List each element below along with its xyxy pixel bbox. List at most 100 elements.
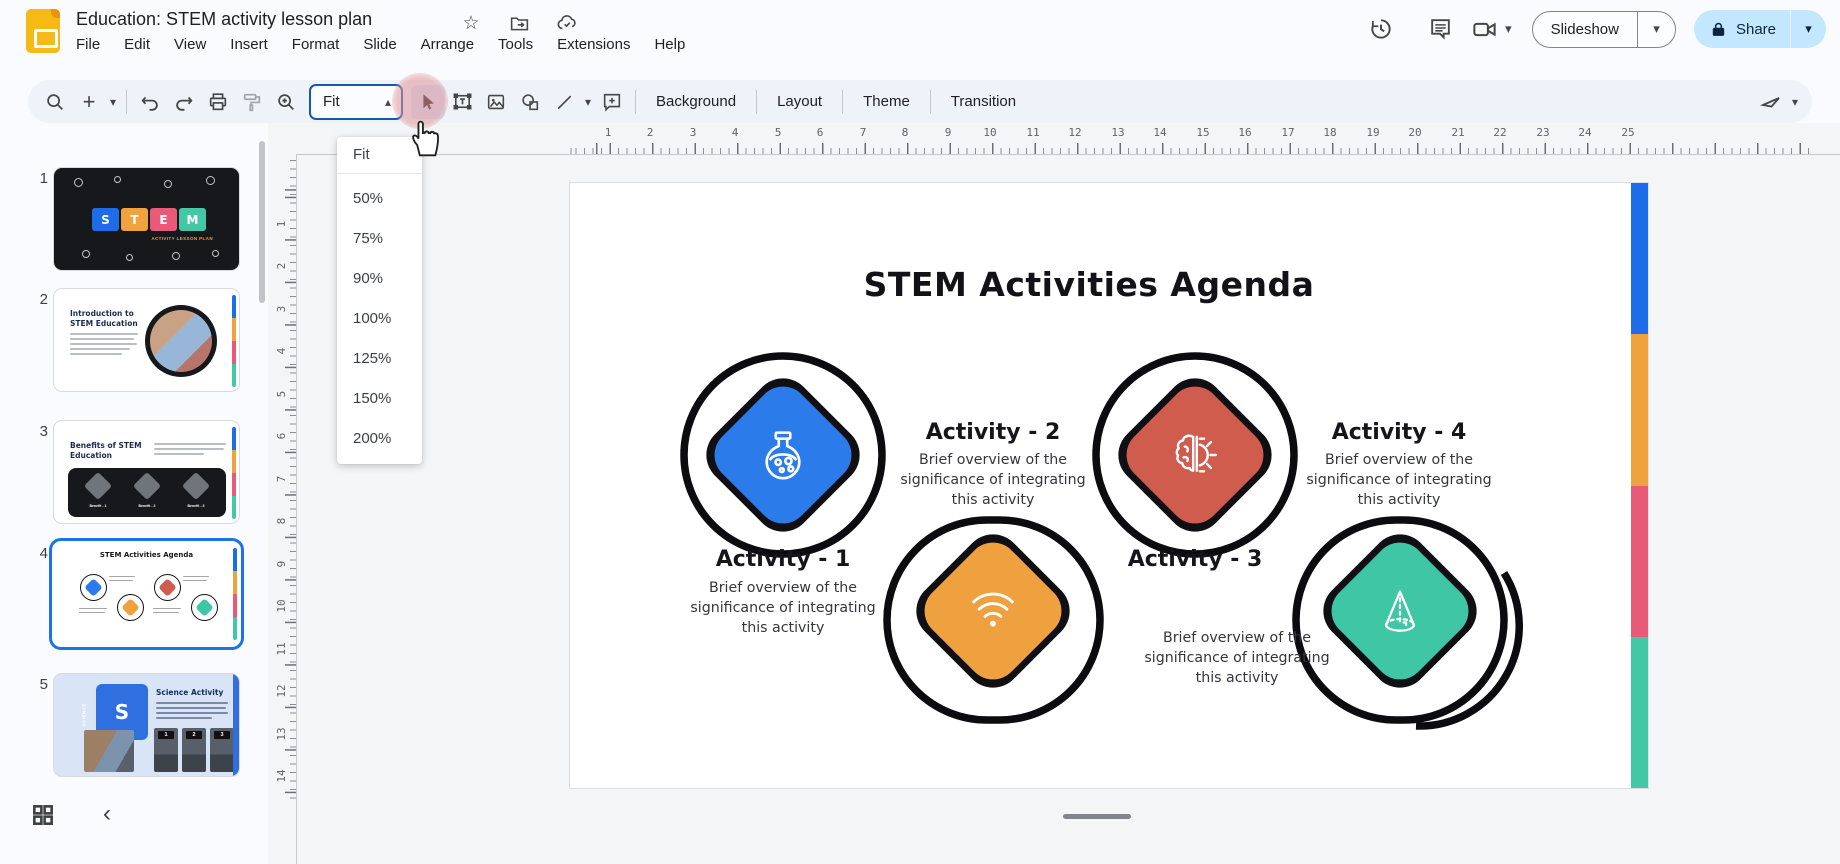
zoom-icon[interactable] — [269, 85, 303, 119]
doodle — [206, 176, 215, 185]
slide-thumbnail-3[interactable]: Benefits of STEM Education Benefit - 1 B… — [53, 420, 240, 524]
background-button[interactable]: Background — [642, 93, 750, 110]
redo-icon[interactable] — [167, 85, 201, 119]
slide-editor[interactable]: STEM Activities Agenda — [569, 182, 1649, 789]
activity-1-diamond[interactable] — [727, 399, 839, 511]
cloud-status-icon[interactable] — [556, 12, 578, 34]
slide-thumbnail-1[interactable]: S T E M ACTIVITY LESSON PLAN — [53, 167, 240, 271]
share-options-caret[interactable]: ▾ — [1790, 10, 1826, 48]
move-folder-icon[interactable] — [508, 12, 530, 34]
search-menus-icon[interactable] — [38, 85, 72, 119]
text-line — [153, 612, 179, 613]
slide-thumbnail-2[interactable]: Introduction to STEM Education — [53, 288, 240, 392]
menu-edit[interactable]: Edit — [112, 33, 162, 56]
slideshow-options-caret[interactable]: ▾ — [1637, 12, 1675, 47]
benefit-label: Benefit - 1 — [78, 504, 118, 508]
text-line — [109, 576, 135, 577]
activity-2-diamond[interactable] — [937, 555, 1049, 667]
meet-caret-icon[interactable]: ▾ — [1505, 21, 1512, 37]
activity-4-label[interactable]: Activity - 4 — [1289, 420, 1509, 445]
zoom-option-100[interactable]: 100% — [337, 298, 422, 338]
horizontal-scrollbar[interactable] — [1063, 814, 1131, 819]
insert-image-icon[interactable] — [479, 85, 513, 119]
zoom-option-150[interactable]: 150% — [337, 378, 422, 418]
share-button[interactable]: Share ▾ — [1694, 10, 1826, 48]
zoom-option-125[interactable]: 125% — [337, 338, 422, 378]
new-slide-caret-icon[interactable]: ▾ — [106, 95, 120, 109]
zoom-option-200[interactable]: 200% — [337, 418, 422, 458]
text-line — [183, 576, 209, 577]
star-icon[interactable]: ☆ — [460, 12, 482, 34]
text-line — [156, 707, 226, 709]
activity-2-description[interactable]: Brief overview of the significance of in… — [886, 451, 1100, 511]
theme-button[interactable]: Theme — [849, 93, 924, 110]
transition-button[interactable]: Transition — [937, 93, 1030, 110]
activity-4-diamond[interactable] — [1344, 555, 1456, 667]
menu-view[interactable]: View — [162, 33, 218, 56]
slideshow-button[interactable]: Slideshow ▾ — [1532, 11, 1676, 48]
activity-3-description[interactable]: Brief overview of the significance of in… — [1130, 629, 1344, 689]
insert-comment-icon[interactable] — [595, 85, 629, 119]
thumb2-photo — [145, 305, 217, 377]
zoom-level-select[interactable]: Fit ▴ — [309, 84, 403, 120]
new-slide-icon[interactable]: + — [72, 85, 106, 119]
line-caret-icon[interactable]: ▾ — [581, 95, 595, 109]
thumb5-title: Science Activity — [156, 688, 236, 698]
zoom-select-caret-icon: ▴ — [385, 95, 391, 109]
menu-slide[interactable]: Slide — [351, 33, 408, 56]
paint-format-icon[interactable] — [235, 85, 269, 119]
doodle — [164, 180, 172, 188]
slide-number-4: 4 — [30, 545, 48, 562]
layout-button[interactable]: Layout — [763, 93, 836, 110]
slide-thumbnail-4-selected[interactable]: STEM Activities Agenda — [49, 538, 244, 650]
menu-file[interactable]: File — [64, 33, 112, 56]
zoom-option-fit[interactable]: Fit — [337, 137, 422, 171]
insert-shape-icon[interactable] — [513, 85, 547, 119]
version-history-icon[interactable] — [1368, 16, 1394, 42]
vertical-ruler-major-ticks — [285, 160, 296, 805]
menu-tools[interactable]: Tools — [486, 33, 545, 56]
activity-4-description[interactable]: Brief overview of the significance of in… — [1292, 451, 1506, 511]
text-line — [79, 612, 105, 613]
activity-2-label[interactable]: Activity - 2 — [883, 420, 1103, 445]
activity-1-description[interactable]: Brief overview of the significance of in… — [676, 579, 890, 639]
menu-format[interactable]: Format — [280, 33, 352, 56]
thumb5-vertical-text: SCIENCE — [82, 687, 87, 727]
menu-insert[interactable]: Insert — [218, 33, 280, 56]
activity-1-label[interactable]: Activity - 1 — [673, 547, 893, 572]
zoom-option-75[interactable]: 75% — [337, 218, 422, 258]
doodle — [74, 178, 83, 187]
zoom-option-90[interactable]: 90% — [337, 258, 422, 298]
undo-icon[interactable] — [133, 85, 167, 119]
slide-number-5: 5 — [30, 676, 48, 693]
benefit-photo — [84, 472, 112, 500]
activity-3-label[interactable]: Activity - 3 — [1085, 547, 1305, 572]
slide-thumbnail-5[interactable]: SCIENCE S Science Activity 1 2 3 — [53, 673, 240, 777]
menu-extensions[interactable]: Extensions — [545, 33, 642, 56]
step-number: 2 — [186, 731, 202, 739]
benefit-photo — [182, 472, 210, 500]
pen-tool-icon[interactable] — [1754, 85, 1788, 119]
toolbar: + ▾ Fit ▴ — [28, 80, 1812, 123]
filmstrip-scrollbar[interactable] — [259, 141, 265, 303]
slides-logo-icon[interactable] — [26, 9, 60, 53]
grid-view-icon[interactable] — [30, 802, 60, 832]
text-line — [153, 608, 181, 609]
menu-arrange[interactable]: Arrange — [409, 33, 486, 56]
pen-tool-caret-icon[interactable]: ▾ — [1788, 95, 1802, 109]
wifi-icon — [964, 582, 1022, 640]
comments-icon[interactable] — [1428, 16, 1454, 42]
select-tool-icon[interactable] — [411, 85, 445, 119]
text-box-icon[interactable] — [445, 85, 479, 119]
ruler-baseline — [296, 154, 1840, 155]
print-icon[interactable] — [201, 85, 235, 119]
zoom-option-50[interactable]: 50% — [337, 178, 422, 218]
insert-line-icon[interactable] — [547, 85, 581, 119]
collapse-filmstrip-icon[interactable]: ‹ — [94, 800, 120, 830]
menu-help[interactable]: Help — [642, 33, 697, 56]
document-title[interactable]: Education: STEM activity lesson plan — [76, 9, 372, 30]
text-line — [70, 343, 137, 345]
meet-button[interactable]: ▾ — [1471, 16, 1512, 43]
brain-gear-icon — [1166, 426, 1224, 484]
activity-3-diamond[interactable] — [1139, 399, 1251, 511]
